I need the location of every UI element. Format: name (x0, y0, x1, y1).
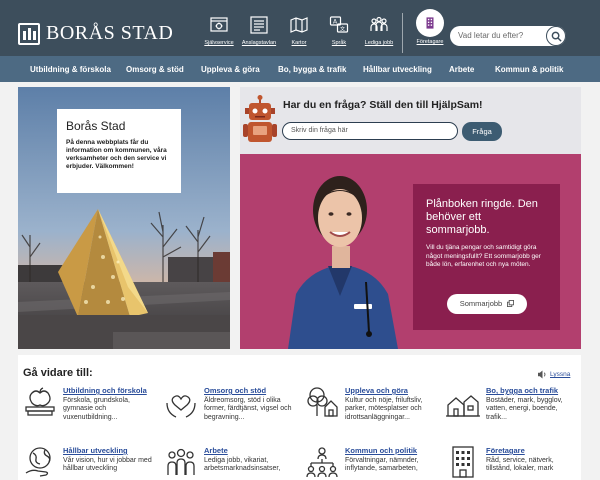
summer-job-button[interactable]: Sommarjobb (447, 294, 527, 314)
card-desc: Förvaltningar, nämnder, inflytande, sama… (345, 457, 419, 473)
link-card-education[interactable]: Utbildning och förskola Förskola, grunds… (23, 385, 155, 435)
search-button[interactable] (546, 26, 566, 46)
nav-item-experience[interactable]: Uppleva & göra (201, 65, 260, 74)
globe-hand-icon (25, 447, 51, 477)
svg-text:文: 文 (340, 26, 345, 33)
link-card-care[interactable]: Omsorg och stöd Äldreomsorg, stöd i olik… (164, 385, 296, 435)
go-further-section: Gå vidare till: Lyssna Utbildning och fö… (18, 355, 581, 480)
promo-text: Vill du tjäna pengar och samtidigt göra … (426, 244, 541, 268)
tool-divider (402, 13, 403, 53)
intro-box: Borås Stad På denna webbplats får du inf… (57, 109, 181, 193)
tool-label: Anslagstavlan (241, 40, 277, 46)
ask-title: Har du en fråga? Ställ den till HjälpSam… (283, 99, 483, 111)
tool-label: Företagare (416, 39, 444, 45)
link-card-sustainability[interactable]: Hållbar utveckling Vår vision, hur vi jo… (23, 445, 155, 480)
tool-language[interactable]: A文 Språk (320, 15, 358, 53)
link-card-housing[interactable]: Bo, bygga och trafik Bostäder, mark, byg… (446, 385, 578, 435)
tool-label: Lediga jobb (364, 40, 394, 46)
card-title: Bo, bygga och trafik (486, 386, 559, 395)
card-desc: Bostäder, mark, bygglov, vatten, energi,… (486, 397, 563, 421)
organization-icon (306, 447, 338, 478)
nurse-photo (288, 176, 398, 349)
card-desc: Äldreomsorg, stöd i olika former, färdtj… (204, 397, 292, 421)
company-badge (416, 9, 444, 37)
office-building-icon (452, 446, 474, 478)
ask-panel: Har du en fråga? Ställ den till HjälpSam… (240, 87, 581, 154)
listen-button[interactable]: Lyssna (537, 370, 570, 379)
tool-label: Självservice (204, 40, 234, 46)
link-card-work[interactable]: Arbete Lediga jobb, vikariat, arbetsmark… (164, 445, 296, 480)
section-title: Gå vidare till: (23, 367, 93, 379)
tool-self-service[interactable]: Självservice (200, 15, 238, 53)
card-title: Omsorg och stöd (204, 386, 267, 395)
site-name: BORÅS STAD (46, 22, 174, 44)
card-title: Hållbar utveckling (63, 446, 128, 455)
card-desc: Råd, service, nätverk, tillstånd, lokale… (486, 457, 554, 473)
card-desc: Vår vision, hur vi jobbar med hållbar ut… (63, 457, 152, 473)
card-title: Uppleva och göra (345, 386, 408, 395)
tool-jobs[interactable]: Lediga jobb (360, 15, 398, 53)
external-link-icon (507, 300, 515, 307)
notice-board-icon (250, 16, 268, 34)
houses-icon (446, 395, 480, 417)
search-icon (551, 31, 562, 42)
summer-job-promo: Plånboken ringde. Den behöver ett sommar… (240, 154, 581, 349)
jobs-icon (370, 16, 388, 31)
card-title: Utbildning och förskola (63, 386, 147, 395)
language-icon: A文 (329, 16, 349, 33)
card-title: Arbete (204, 446, 228, 455)
site-logo[interactable]: BORÅS STAD (18, 22, 173, 45)
intro-title: Borås Stad (66, 119, 126, 133)
link-card-politics[interactable]: Kommun och politik Förvaltningar, nämnde… (305, 445, 437, 480)
nav-item-housing[interactable]: Bo, bygga & trafik (278, 65, 346, 74)
heart-hands-icon (166, 395, 196, 418)
question-input[interactable]: Skriv din fråga här (282, 122, 458, 140)
tool-notice-board[interactable]: Anslagstavlan (240, 15, 278, 53)
tool-label: Kartor (291, 40, 307, 46)
coat-of-arms-icon (18, 22, 40, 45)
speaker-icon (538, 370, 546, 379)
tool-maps[interactable]: Kartor (280, 15, 318, 53)
nav-item-sustainability[interactable]: Hållbar utveckling (363, 65, 432, 74)
nav-item-care[interactable]: Omsorg & stöd (126, 65, 184, 74)
link-card-business[interactable]: Företagare Råd, service, nätverk, tillst… (446, 445, 578, 480)
self-service-icon (210, 17, 228, 32)
main-navigation: Utbildning & förskola Omsorg & stöd Uppl… (0, 56, 600, 82)
listen-label: Lyssna (550, 371, 571, 378)
tree-house-icon (307, 387, 338, 417)
card-desc: Lediga jobb, vikariat, arbetsmarknadsins… (204, 457, 281, 473)
site-header: BORÅS STAD Självservice Anslagstavlan Ka… (0, 0, 600, 56)
intro-text: På denna webbplats får du information om… (66, 139, 167, 170)
card-title: Företagare (486, 446, 525, 455)
nav-item-education[interactable]: Utbildning & förskola (30, 65, 111, 74)
tool-company[interactable]: Företagare (411, 9, 449, 53)
robot-icon (243, 95, 277, 142)
tool-links: Självservice Anslagstavlan Kartor A文 Spr… (200, 9, 451, 53)
promo-box: Plånboken ringde. Den behöver ett sommar… (413, 184, 560, 330)
people-icon (167, 448, 195, 475)
hero-image: Borås Stad På denna webbplats får du inf… (18, 87, 230, 349)
link-card-experience[interactable]: Uppleva och göra Kultur och nöje, friluf… (305, 385, 437, 435)
promo-heading: Plånboken ringde. Den behöver ett sommar… (426, 198, 538, 236)
nav-item-work[interactable]: Arbete (449, 65, 474, 74)
map-icon (290, 17, 308, 33)
building-icon (426, 17, 434, 29)
card-desc: Kultur och nöje, friluftsliv, parker, mö… (345, 397, 423, 421)
card-desc: Förskola, grundskola, gymnasie och vuxen… (63, 397, 130, 421)
ask-button[interactable]: Fråga (462, 122, 502, 141)
card-title: Kommun och politik (345, 446, 418, 455)
apple-books-icon (25, 387, 55, 416)
tool-label: Språk (331, 40, 347, 46)
summer-job-label: Sommarjobb (459, 299, 503, 308)
nav-item-politics[interactable]: Kommun & politik (495, 65, 563, 74)
